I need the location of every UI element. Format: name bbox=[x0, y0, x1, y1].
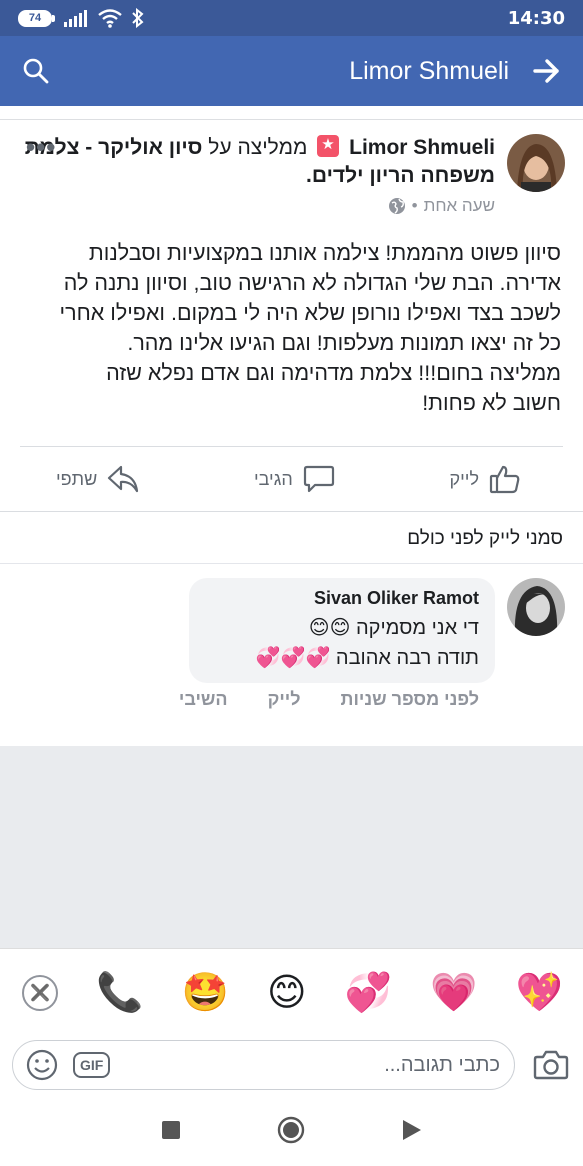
bluetooth-icon bbox=[132, 8, 144, 28]
first-like-prompt[interactable]: סמני לייק לפני כולם bbox=[0, 512, 583, 564]
post-body-line: אדירה. הבת שלי הגדולה לא הרגישה טוב, וסי… bbox=[63, 271, 561, 295]
globe-icon bbox=[388, 198, 405, 214]
comment-button[interactable]: הגיבי bbox=[254, 464, 335, 494]
camera-button[interactable] bbox=[533, 1049, 569, 1081]
commenter-name[interactable]: Sivan Oliker Ramot bbox=[211, 588, 479, 609]
recommend-icon bbox=[317, 135, 340, 157]
comment-bubble[interactable]: Sivan Oliker Ramot די אני מסמיקה 😊😊 תודה… bbox=[189, 578, 495, 683]
telephone-icon[interactable]: 📞 bbox=[96, 971, 143, 1015]
wifi-icon bbox=[98, 9, 122, 28]
post-headline: Limor Shmueli ממליצה על סיון אוליקר - צל… bbox=[20, 134, 495, 220]
comment-line: די אני מסמיקה 😊😊 bbox=[308, 617, 479, 639]
commenter-avatar[interactable] bbox=[507, 578, 565, 636]
arrow-right-icon bbox=[533, 59, 559, 83]
comment-composer: GIF bbox=[0, 1036, 583, 1094]
status-bar: 74 14:30 bbox=[0, 0, 583, 36]
search-button[interactable] bbox=[22, 57, 50, 85]
like-label: לייק bbox=[449, 468, 479, 489]
post-body-line: ממליצה בחום!!! צלמת מדהימה וגם אדם נפלא … bbox=[106, 361, 561, 385]
growing-heart-icon[interactable]: 💗 bbox=[430, 971, 477, 1015]
comment-actions: לפני מספר שניות לייק השיבי bbox=[0, 683, 583, 710]
author-avatar[interactable] bbox=[507, 134, 565, 192]
comment-like-button[interactable]: לייק bbox=[268, 689, 301, 710]
comment-input[interactable] bbox=[124, 1053, 500, 1077]
empty-area bbox=[0, 746, 583, 948]
composer-input-wrap: GIF bbox=[12, 1040, 515, 1090]
smiling-face-icon[interactable]: 😊 bbox=[267, 970, 307, 1015]
comment-label: הגיבי bbox=[253, 468, 293, 489]
comment-time[interactable]: לפני מספר שניות bbox=[341, 689, 479, 710]
post-body-line: סיוון פשוט מהממת! צילמה אותנו במקצועיות … bbox=[88, 241, 561, 265]
post-time[interactable]: שעה אחת bbox=[424, 192, 495, 220]
post-header: Limor Shmueli ממליצה על סיון אוליקר - צל… bbox=[0, 120, 583, 220]
comment-item: Sivan Oliker Ramot די אני מסמיקה 😊😊 תודה… bbox=[0, 564, 583, 683]
close-reactions-button[interactable]: ❌ bbox=[22, 974, 58, 1011]
signal-icon bbox=[64, 10, 87, 27]
post-meta: שעה אחת • bbox=[20, 192, 495, 220]
battery-icon: 74 bbox=[18, 9, 55, 27]
share-icon bbox=[108, 465, 139, 493]
author-name[interactable]: Limor Shmueli bbox=[349, 136, 495, 159]
more-options-button[interactable]: ••• bbox=[26, 132, 56, 163]
star-struck-icon[interactable]: 🤩 bbox=[182, 971, 229, 1015]
comment-icon bbox=[303, 465, 334, 493]
emoji-icon[interactable] bbox=[25, 1048, 59, 1082]
recents-icon[interactable] bbox=[161, 1120, 181, 1140]
gif-button[interactable]: GIF bbox=[73, 1052, 111, 1078]
comment-line: תודה רבה אהובה 💞💞💞 bbox=[255, 647, 479, 669]
post-actions: לייק הגיבי שתפי bbox=[0, 447, 583, 511]
back-triangle-icon[interactable] bbox=[401, 1119, 423, 1141]
post-body-line: חשוב לא פחות! bbox=[422, 391, 561, 415]
recommends-text: ממליצה על bbox=[208, 136, 308, 159]
comment-reply-button[interactable]: השיבי bbox=[179, 689, 228, 710]
thumbs-up-icon bbox=[489, 465, 520, 494]
home-icon[interactable] bbox=[277, 1116, 305, 1144]
close-icon: ❌ bbox=[30, 984, 50, 1002]
like-button[interactable]: לייק bbox=[449, 464, 521, 494]
system-nav-bar bbox=[0, 1094, 583, 1166]
quick-reaction-bar: ❌ 📞 🤩 😊 💞 💗 💖 bbox=[0, 948, 583, 1036]
top-nav-bar: Limor Shmueli bbox=[0, 36, 583, 106]
revolving-hearts-icon[interactable]: 💞 bbox=[345, 971, 392, 1015]
battery-level: 74 bbox=[28, 12, 42, 24]
post-body-line: כל זה יצאו תמונות מעלפות! וגם הגיעו אלינ… bbox=[127, 331, 561, 355]
search-icon bbox=[23, 58, 49, 84]
page-title: Limor Shmueli bbox=[349, 56, 509, 85]
post-body-line: לשכב בצד ואפילו נורופן שלא היה לי במקום.… bbox=[59, 301, 561, 325]
share-label: שתפי bbox=[56, 468, 98, 489]
post-body: סיוון פשוט מהממת! צילמה אותנו במקצועיות … bbox=[0, 220, 583, 446]
post-card: Limor Shmueli ממליצה על סיון אוליקר - צל… bbox=[0, 119, 583, 710]
meta-separator: • bbox=[411, 196, 418, 215]
sparkling-heart-icon[interactable]: 💖 bbox=[516, 971, 563, 1015]
clock: 14:30 bbox=[507, 7, 565, 29]
share-button[interactable]: שתפי bbox=[56, 464, 139, 494]
camera-icon bbox=[533, 1050, 569, 1080]
status-indicators: 74 bbox=[18, 8, 145, 28]
back-button[interactable] bbox=[533, 58, 561, 84]
